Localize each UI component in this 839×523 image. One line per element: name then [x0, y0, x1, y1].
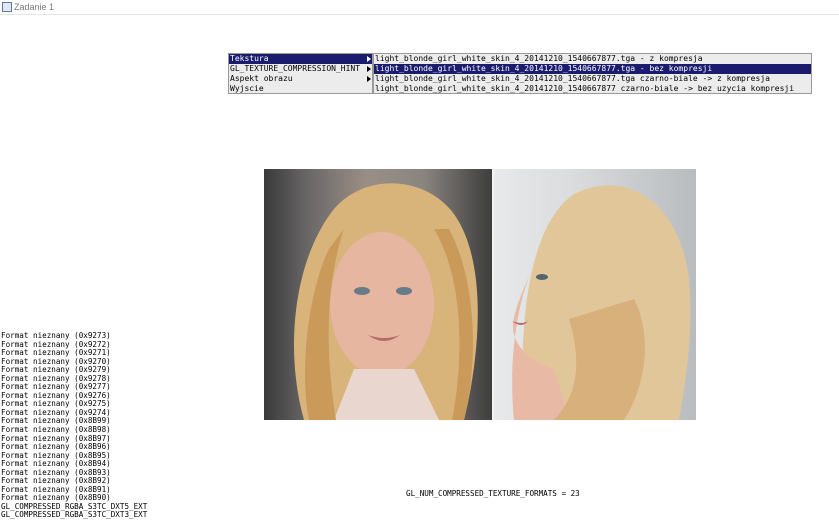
compressed-formats-list: Format nieznany (0x9273) Format nieznany …	[1, 331, 148, 520]
title-bar: Zadanie 1	[0, 0, 839, 15]
submenu-item-label: light_blonde_girl_white_skin_4_20141210_…	[375, 74, 770, 83]
submenu-item-without-compression[interactable]: light_blonde_girl_white_skin_4_20141210_…	[374, 64, 811, 74]
submenu-arrow-icon	[367, 76, 371, 82]
texture-image-profile-view	[494, 169, 696, 420]
menu-item-compression-hint[interactable]: GL_TEXTURE_COMPRESSION_HINT	[229, 64, 372, 74]
format-list-item: GL_COMPRESSED_RGBA_S3TC_DXT3_EXT	[1, 510, 148, 520]
context-menu: Tekstura GL_TEXTURE_COMPRESSION_HINT Asp…	[228, 53, 373, 94]
submenu-item-grayscale-with-compression[interactable]: light_blonde_girl_white_skin_4_20141210_…	[374, 74, 811, 84]
submenu-arrow-icon	[367, 56, 371, 62]
window-title: Zadanie 1	[14, 2, 55, 12]
app-window-icon	[2, 2, 12, 12]
submenu-item-grayscale-without-compression[interactable]: light_blonde_girl_white_skin_4_20141210_…	[374, 84, 811, 94]
submenu-item-label: light_blonde_girl_white_skin_4_20141210_…	[375, 64, 713, 73]
submenu-arrow-icon	[367, 66, 371, 72]
menu-item-label: GL_TEXTURE_COMPRESSION_HINT	[230, 64, 361, 73]
texture-image	[264, 169, 696, 420]
menu-item-wyjscie[interactable]: Wyjscie	[229, 84, 372, 94]
menu-item-tekstura[interactable]: Tekstura	[229, 54, 372, 64]
submenu-item-with-compression[interactable]: light_blonde_girl_white_skin_4_20141210_…	[374, 54, 811, 64]
submenu-item-label: light_blonde_girl_white_skin_4_20141210_…	[375, 54, 703, 63]
menu-item-label: Aspekt obrazu	[230, 74, 293, 83]
menu-item-label: Tekstura	[230, 54, 269, 63]
menu-item-aspekt-obrazu[interactable]: Aspekt obrazu	[229, 74, 372, 84]
profile-face-shape	[512, 185, 691, 420]
menu-item-label: Wyjscie	[230, 84, 264, 93]
submenu-item-label: light_blonde_girl_white_skin_4_20141210_…	[375, 84, 795, 93]
texture-submenu: light_blonde_girl_white_skin_4_20141210_…	[373, 53, 812, 94]
num-compressed-formats-label: GL_NUM_COMPRESSED_TEXTURE_FORMATS = 23	[406, 489, 580, 498]
front-face-shape	[294, 183, 478, 420]
texture-image-front-view	[264, 169, 492, 420]
